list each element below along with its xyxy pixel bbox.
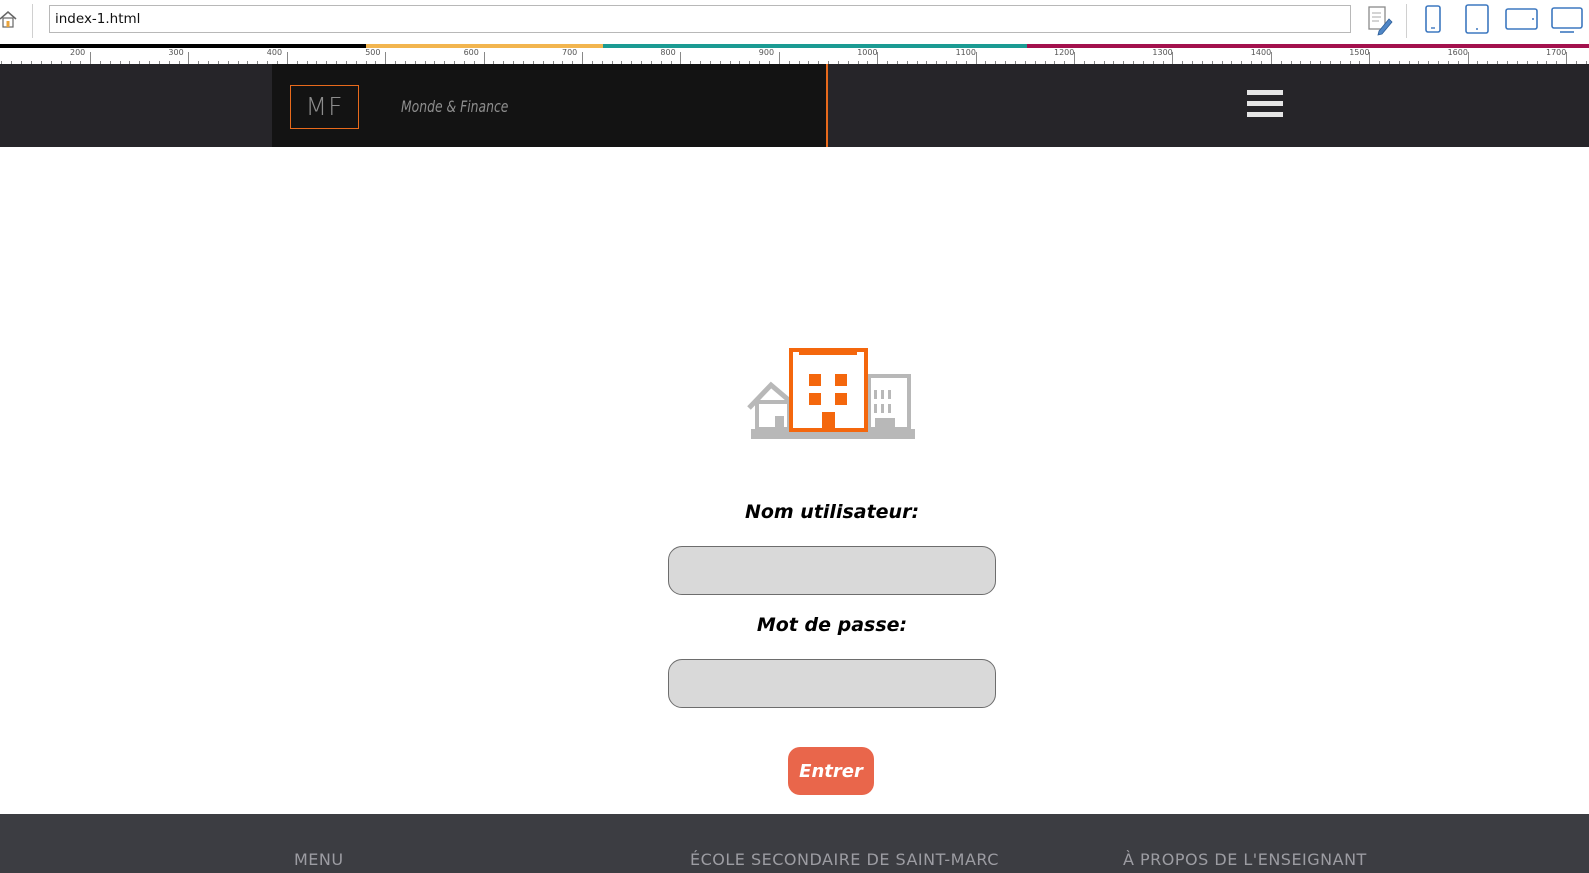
ruler-label: 200 [70, 48, 86, 57]
ruler-major-tick [582, 52, 583, 64]
ruler-major-tick [286, 52, 288, 64]
ruler-label: 1700 [1546, 48, 1567, 57]
desktop-icon[interactable] [1550, 6, 1589, 34]
ruler-major-tick [385, 52, 387, 64]
footer-heading-school: ÉCOLE SECONDAIRE DE SAINT-MARC [690, 850, 999, 869]
ruler-label: 500 [365, 48, 381, 57]
ruler-label: 1400 [1250, 48, 1272, 57]
ruler-major-tick [188, 52, 190, 64]
tablet-landscape-icon[interactable] [1504, 6, 1540, 32]
ruler-major-tick [90, 52, 91, 64]
breakpoint-segment [1027, 44, 1589, 48]
site-footer: MENU ÉCOLE SECONDAIRE DE SAINT-MARC À PR… [0, 814, 1589, 873]
ruler-label: 1300 [1152, 48, 1173, 57]
ruler-label: 300 [168, 48, 184, 57]
footer-heading-about: À PROPOS DE L'ENSEIGNANT [1123, 850, 1367, 869]
ruler-major-tick [680, 52, 682, 64]
ruler-label: 1200 [1054, 48, 1075, 57]
ruler-label: 600 [463, 48, 479, 57]
toolbar-divider [1406, 4, 1407, 38]
brand-panel: MF Monde & Finance [272, 64, 828, 147]
hamburger-menu-icon[interactable] [1247, 90, 1283, 120]
ruler-label: 900 [758, 48, 775, 57]
tablet-portrait-icon[interactable] [1463, 3, 1491, 35]
ruler-label: 1000 [857, 48, 878, 57]
phone-portrait-icon[interactable] [1424, 4, 1442, 34]
logo[interactable]: MF [290, 85, 359, 129]
ruler-label: 700 [562, 48, 578, 57]
username-label: Nom utilisateur: [744, 501, 920, 523]
password-label: Mot de passe: [756, 614, 908, 636]
ruler-label: 1100 [955, 48, 976, 57]
footer-heading-menu: MENU [294, 850, 344, 869]
ruler-label: 1500 [1349, 48, 1370, 57]
brand-name[interactable]: Monde & Finance [401, 97, 508, 116]
ruler: 200 300 400 500 600 700 800 900 1000 1100 1200 1300… [0, 44, 1589, 64]
ruler-major-tick [778, 52, 780, 64]
home-icon[interactable] [0, 9, 18, 29]
enter-button[interactable]: Entrer [788, 747, 874, 795]
browser-toolbar: index-1.html [0, 0, 1589, 44]
username-input[interactable] [668, 546, 996, 595]
ruler-major-tick [483, 52, 485, 64]
site-header: MF Monde & Finance [0, 64, 1589, 147]
toolbar-divider [32, 4, 33, 38]
url-field[interactable]: index-1.html [49, 5, 1351, 33]
ruler-label: 800 [660, 48, 676, 57]
page-edit-icon[interactable] [1366, 4, 1394, 36]
ruler-label: 400 [266, 48, 283, 57]
password-input[interactable] [668, 659, 996, 708]
ruler-label: 1600 [1447, 48, 1468, 57]
buildings-icon [747, 348, 915, 439]
